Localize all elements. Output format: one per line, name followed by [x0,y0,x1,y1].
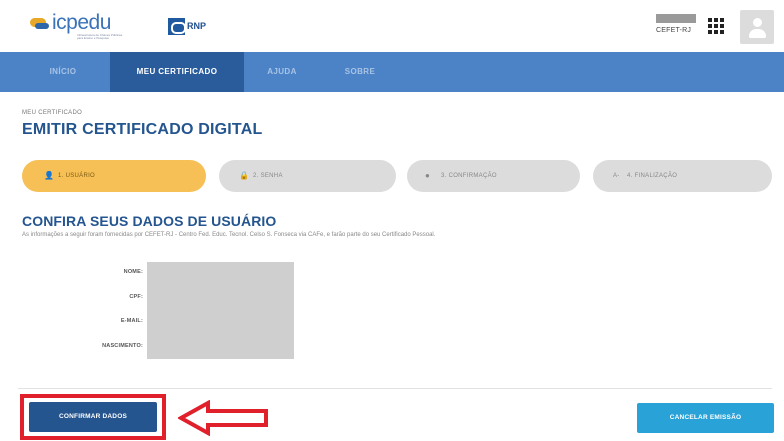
step-usuario: 👤 1. USUÁRIO [22,160,206,192]
field-label-nome: NOME: [123,269,143,275]
confirm-data-button[interactable]: CONFIRMAR DADOS [29,402,157,432]
rnp-logo[interactable]: RNP [168,18,214,35]
lock-icon: 🔒 [239,171,250,180]
institution-indicator: CEFET-RJ [656,14,696,36]
section-description: As informações a seguir foram fornecidas… [22,232,436,238]
divider [18,388,772,389]
nav-item-inicio[interactable]: INÍCIO [30,52,96,92]
cancel-issuance-button[interactable]: CANCELAR EMISSÃO [637,403,774,433]
check-circle-icon: ● [425,171,431,180]
institution-redacted-name [656,14,696,23]
top-header: icpedu Infraestrutura de Chaves Públicas… [0,0,784,52]
nav-item-ajuda[interactable]: AJUDA [256,52,308,92]
step-label: 1. USUÁRIO [58,173,96,179]
step-label: 2. SENHA [253,173,283,179]
field-label-email: E-MAIL: [120,318,143,324]
field-label-cpf: CPF: [129,294,143,300]
user-icon: 👤 [44,171,55,180]
red-arrow-icon [178,400,268,436]
icpedu-logo-text: icpedu [52,11,111,34]
step-confirmacao: ● 3. CONFIRMAÇÃO [407,160,580,192]
section-title: CONFIRA SEUS DADOS DE USUÁRIO [22,213,277,229]
user-icon-body [749,29,766,38]
redacted-user-data [147,262,294,359]
icpedu-logo-tagline: Infraestrutura de Chaves Públicas para E… [77,33,123,40]
icpedu-logo-mark-secondary [35,23,49,29]
user-avatar[interactable] [740,10,774,44]
step-label: 4. FINALIZAÇÃO [627,173,678,179]
institution-label: CEFET-RJ [656,27,692,34]
nav-item-sobre[interactable]: SOBRE [334,52,386,92]
user-icon-head [753,18,762,27]
step-label: 3. CONFIRMAÇÃO [441,173,497,179]
nav-item-meu-certificado[interactable]: MEU CERTIFICADO [110,52,244,92]
step-senha: 🔒 2. SENHA [219,160,396,192]
step-finalizacao: A- 4. FINALIZAÇÃO [593,160,772,192]
field-label-nascimento: NASCIMENTO: [102,343,143,349]
page-title: EMITIR CERTIFICADO DIGITAL [22,121,263,138]
grid-icon[interactable] [708,18,724,34]
icpedu-logo[interactable]: icpedu Infraestrutura de Chaves Públicas… [30,10,140,40]
rnp-logo-mark [168,18,186,35]
breadcrumb: MEU CERTIFICADO [22,110,83,116]
finish-icon: A- [613,173,620,179]
rnp-logo-text: RNP [187,21,207,31]
main-nav: INÍCIO MEU CERTIFICADO AJUDA SOBRE [0,52,784,92]
